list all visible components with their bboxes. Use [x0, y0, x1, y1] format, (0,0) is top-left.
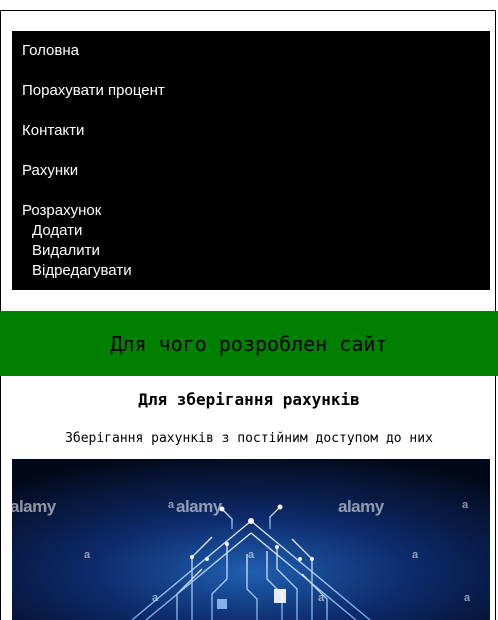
nav-item-home[interactable]: Головна: [22, 42, 79, 60]
circuit-house-icon: [12, 459, 490, 620]
banner-title: Для чого розроблен сайт: [110, 331, 388, 356]
watermark: a: [84, 549, 91, 561]
section-title: Для зберігання рахунків: [138, 390, 360, 409]
nav-item-calculate-percent[interactable]: Порахувати процент: [22, 82, 165, 100]
watermark: a: [318, 592, 325, 604]
nav-subitem-edit[interactable]: Відредагувати: [32, 262, 132, 280]
nav-item-contacts[interactable]: Контакти: [22, 122, 84, 140]
nav-subitem-add[interactable]: Додати: [32, 222, 82, 240]
banner: Для чого розроблен сайт: [0, 311, 498, 376]
nav-item-accounts[interactable]: Рахунки: [22, 162, 78, 180]
watermark: a: [462, 499, 469, 511]
circuit-house-image: alamy alamy alamy a a a a a a a a: [12, 459, 490, 620]
watermark: alamy: [176, 497, 222, 516]
watermark: a: [168, 499, 175, 511]
nav-item-calculation[interactable]: Розрахунок: [22, 202, 101, 220]
watermark: alamy: [12, 497, 56, 516]
watermark: alamy: [338, 497, 384, 516]
main-nav: Головна Порахувати процент Контакти Раху…: [12, 31, 490, 290]
section-text: Зберігання рахунків з постійним доступом…: [65, 431, 433, 446]
watermark: a: [464, 592, 471, 604]
watermark: a: [412, 549, 419, 561]
nav-subitem-delete[interactable]: Видалити: [32, 242, 100, 260]
watermark: a: [248, 549, 255, 561]
watermark: a: [152, 592, 159, 604]
